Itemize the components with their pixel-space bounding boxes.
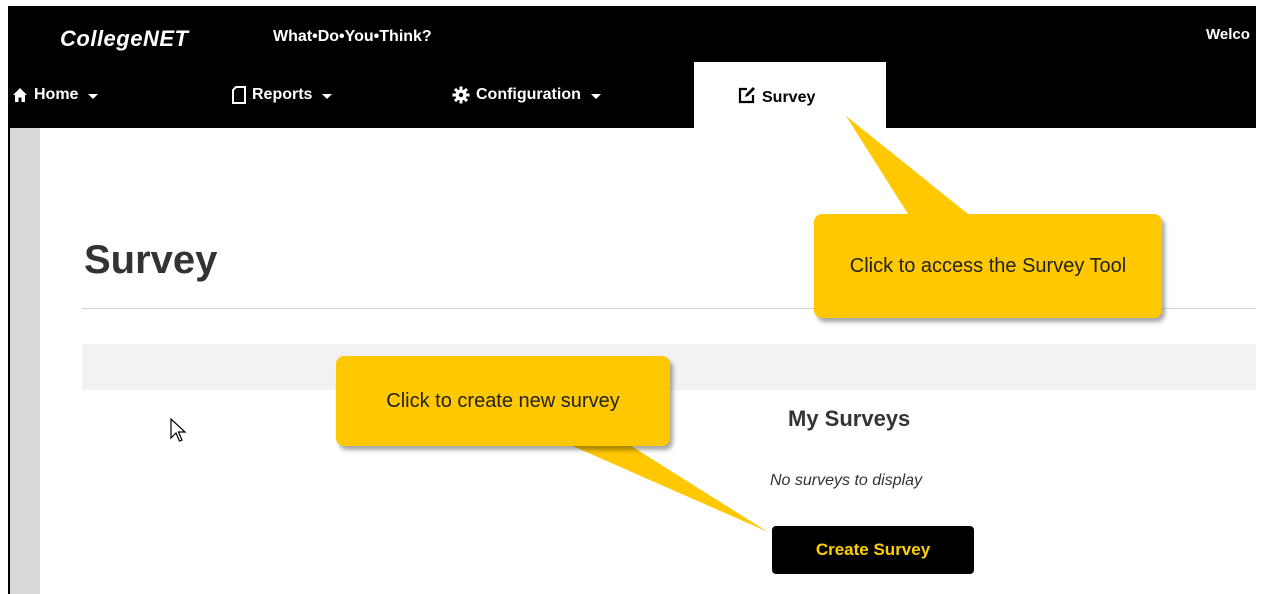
- callout-survey-tool: Click to access the Survey Tool: [814, 214, 1162, 318]
- callout-pointer-tool: [846, 116, 968, 214]
- app-window: CollegeNET What•Do•You•Think? Welco Home…: [8, 6, 1256, 594]
- callout-pointer-new: [568, 444, 768, 532]
- callout-create-new: Click to create new survey: [336, 356, 670, 446]
